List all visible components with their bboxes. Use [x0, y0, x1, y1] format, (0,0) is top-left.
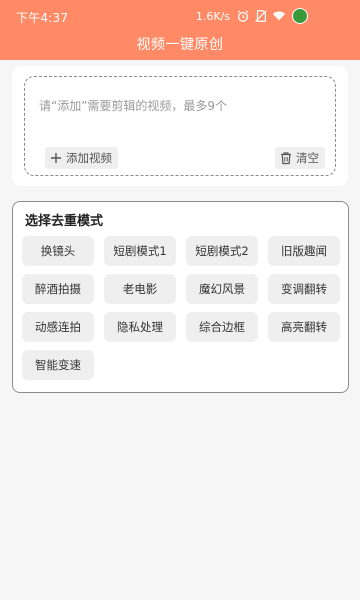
- mode-button[interactable]: 换镜头: [22, 236, 94, 266]
- mode-grid: 换镜头 短剧模式1 短剧模式2 旧版趣闻 醉酒拍摄 老电影 魔幻风景 变调翻转 …: [22, 236, 342, 380]
- clear-label: 清空: [296, 151, 319, 165]
- clear-button[interactable]: 清空: [275, 147, 325, 169]
- mode-button[interactable]: 老电影: [104, 274, 176, 304]
- upload-card: 请“添加”需要剪辑的视频，最多9个 添加视频 清空: [12, 66, 348, 186]
- mode-button[interactable]: 智能变速: [22, 350, 94, 380]
- mode-button[interactable]: 动感连拍: [22, 312, 94, 342]
- upload-hint: 请“添加”需要剪辑的视频，最多9个: [39, 99, 228, 113]
- status-time: 下午4:37: [16, 11, 69, 25]
- mode-section-title: 选择去重模式: [25, 214, 104, 229]
- mode-button[interactable]: 短剧模式1: [104, 236, 176, 266]
- add-video-label: 添加视频: [66, 151, 112, 165]
- trash-icon: [279, 151, 293, 165]
- no-sim-icon: [254, 9, 268, 23]
- app-avatar-icon: [292, 8, 308, 24]
- mode-button[interactable]: 变调翻转: [268, 274, 340, 304]
- wifi-icon: [272, 9, 286, 23]
- network-speed: 1.6K/s: [195, 9, 230, 23]
- mode-button[interactable]: 综合边框: [186, 312, 258, 342]
- mode-button[interactable]: 高亮翻转: [268, 312, 340, 342]
- mode-button[interactable]: 旧版趣闻: [268, 236, 340, 266]
- mode-button[interactable]: 醉酒拍摄: [22, 274, 94, 304]
- status-icons: 1.6K/s: [196, 6, 308, 26]
- status-bar: 下午4:37 1.6K/s: [0, 0, 360, 30]
- mode-button[interactable]: 隐私处理: [104, 312, 176, 342]
- alarm-icon: [236, 9, 250, 23]
- header: 下午4:37 1.6K/s 视频一键原创: [0, 0, 360, 60]
- page-title: 视频一键原创: [136, 37, 224, 53]
- mode-card: 选择去重模式 换镜头 短剧模式1 短剧模式2 旧版趣闻 醉酒拍摄 老电影 魔幻风…: [12, 201, 349, 393]
- upload-area[interactable]: 请“添加”需要剪辑的视频，最多9个 添加视频 清空: [24, 76, 336, 176]
- add-video-button[interactable]: 添加视频: [45, 147, 118, 169]
- mode-button[interactable]: 短剧模式2: [186, 236, 258, 266]
- mode-button[interactable]: 魔幻风景: [186, 274, 258, 304]
- plus-icon: [49, 151, 63, 165]
- title-bar: 视频一键原创: [0, 30, 360, 58]
